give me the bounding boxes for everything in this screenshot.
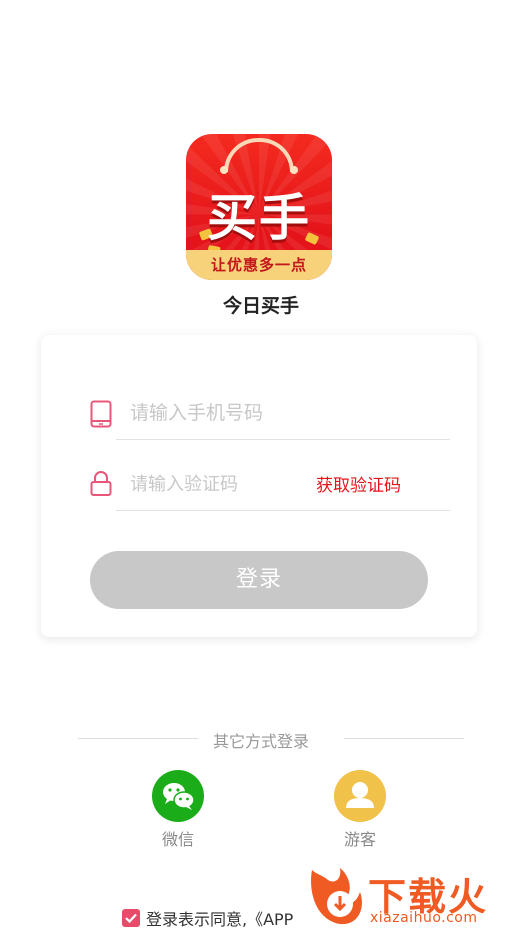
guest-login-button[interactable]: 游客 xyxy=(330,770,390,850)
wechat-icon[interactable] xyxy=(152,770,204,822)
wechat-login-button[interactable]: 微信 xyxy=(148,770,208,850)
divider-right xyxy=(344,738,464,739)
check-icon xyxy=(125,913,137,924)
code-row: 获取验证码 xyxy=(90,461,450,511)
logo-ribbon: 让优惠多一点 xyxy=(186,250,332,280)
login-button[interactable]: 登录 xyxy=(90,551,428,609)
agreement-checkbox[interactable] xyxy=(122,909,140,927)
agreement-row: 登录表示同意,《APP xyxy=(122,906,293,930)
code-input[interactable] xyxy=(130,465,320,503)
other-login-title: 其它方式登录 xyxy=(212,732,309,751)
phone-icon xyxy=(90,400,112,432)
app-logo: 买手 让优惠多一点 xyxy=(186,134,332,280)
watermark: 下载火 xiazaihuo.com xyxy=(306,862,516,932)
guest-label: 游客 xyxy=(343,830,376,849)
agreement-text: 登录表示同意,《APP xyxy=(146,910,294,929)
watermark-url: xiazaihuo.com xyxy=(370,910,478,926)
user-icon[interactable] xyxy=(334,770,386,822)
logo-main-text: 买手 xyxy=(207,189,311,247)
login-card: 获取验证码 登录 xyxy=(41,335,477,637)
flame-logo-icon xyxy=(311,868,362,925)
phone-row xyxy=(90,390,450,440)
logo-handle-dot-left xyxy=(220,166,228,174)
wechat-label: 微信 xyxy=(161,830,194,849)
logo-handle-dot-right xyxy=(290,166,298,174)
get-code-button[interactable]: 获取验证码 xyxy=(316,471,401,496)
lock-icon xyxy=(90,471,112,501)
app-name: 今日买手 xyxy=(222,295,299,317)
phone-input[interactable] xyxy=(130,394,320,432)
